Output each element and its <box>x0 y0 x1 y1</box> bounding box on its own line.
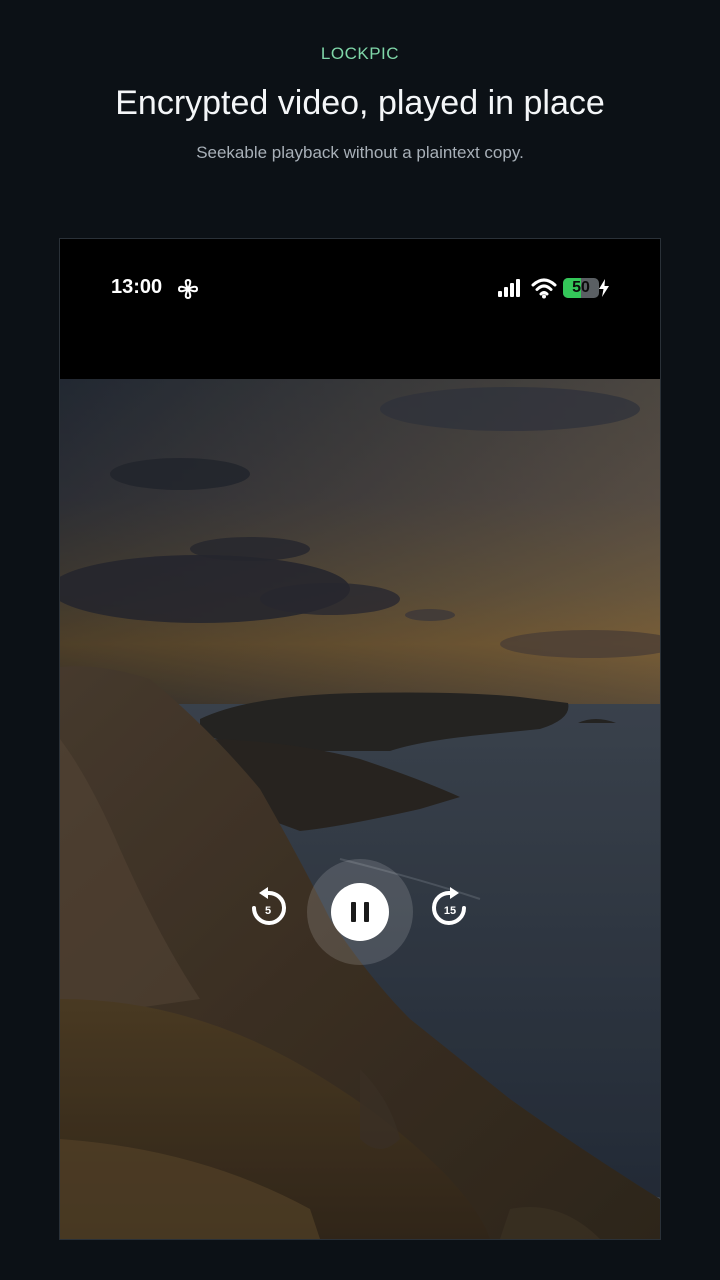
video-player[interactable]: 5 15 <box>60 379 660 1239</box>
playback-controls: 5 15 <box>60 379 660 1239</box>
battery-level: 50 <box>572 279 590 296</box>
headline: Encrypted video, played in place <box>115 84 605 122</box>
forward-button[interactable]: 15 <box>428 885 472 935</box>
rewind-seconds: 5 <box>264 905 272 917</box>
pause-button[interactable] <box>331 883 389 941</box>
brand-label: LOCKPIC <box>320 44 400 63</box>
charging-bolt-icon <box>599 279 609 297</box>
status-bar: 13:00 50 <box>60 239 660 379</box>
status-time: 13:00 <box>111 276 163 298</box>
wifi-icon <box>531 278 557 299</box>
forward-seconds: 15 <box>443 905 457 917</box>
subheadline: Seekable playback without a plaintext co… <box>196 143 524 162</box>
signal-icon <box>498 279 520 297</box>
fan-icon <box>177 278 199 300</box>
battery-icon: 50 <box>563 278 599 298</box>
rewind-button[interactable]: 5 <box>246 885 290 935</box>
phone-screen: 13:00 50 5 15 <box>59 238 661 1240</box>
